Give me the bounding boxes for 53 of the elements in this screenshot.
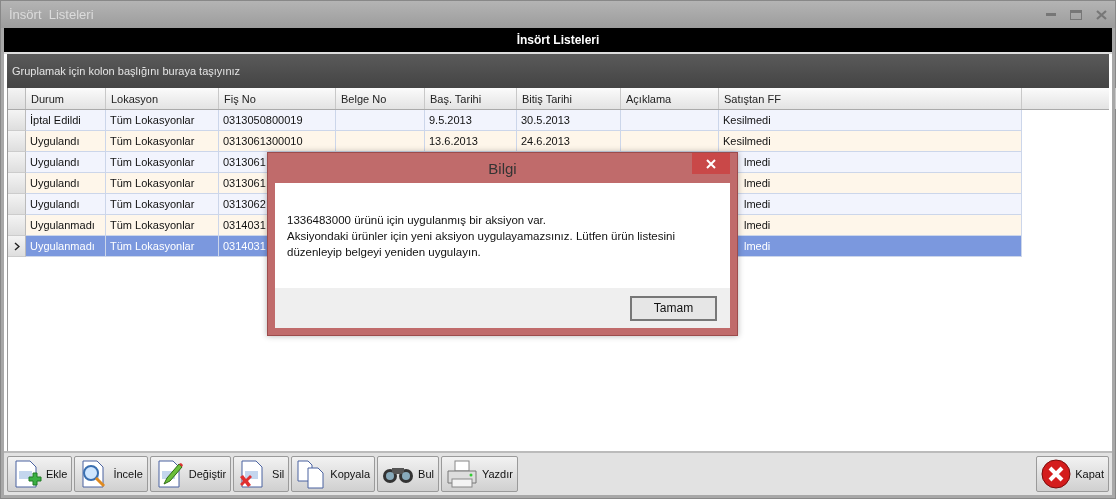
table-cell: 30.5.2013 <box>517 110 621 131</box>
table-cell: Tüm Lokasyonlar <box>106 152 219 173</box>
toolbar-button[interactable]: İncele <box>74 456 148 492</box>
row-indicator[interactable] <box>8 236 26 257</box>
table-cell: 0313050800019 <box>219 110 336 131</box>
header-title: İnsört Listeleri <box>516 33 600 47</box>
ok-button[interactable]: Tamam <box>630 295 717 321</box>
column-header[interactable]: Belge No <box>336 88 425 109</box>
table-cell: Tüm Lokasyonlar <box>106 236 219 257</box>
close-icon[interactable] <box>1096 9 1107 20</box>
column-header[interactable]: Baş. Tarihi <box>425 88 517 109</box>
close-button[interactable]: Kapat <box>1036 456 1109 492</box>
table-cell: Kesilmedi <box>719 110 1022 131</box>
column-header[interactable]: Satıştan FF <box>719 88 1022 109</box>
table-cell: Uygulandı <box>26 131 106 152</box>
table-cell: Tüm Lokasyonlar <box>106 131 219 152</box>
toolbar-button[interactable]: Ekle <box>7 456 73 492</box>
row-indicator <box>8 88 26 109</box>
table-cell: Tüm Lokasyonlar <box>106 215 219 236</box>
printer-icon <box>445 459 478 489</box>
column-header[interactable]: Durum <box>26 88 106 109</box>
column-header[interactable]: Fiş No <box>219 88 336 109</box>
dialog-close-button[interactable] <box>692 153 730 174</box>
table-cell: Uygulanmadı <box>26 236 106 257</box>
toolbar-button[interactable]: Yazdır <box>440 456 518 492</box>
close-icon <box>706 158 716 169</box>
two-documents-icon <box>296 459 327 489</box>
table-cell: Uygulandı <box>26 173 106 194</box>
toolbar-button[interactable]: Değiştir <box>149 456 232 492</box>
toolbar-button[interactable]: Sil <box>233 456 290 492</box>
column-header[interactable]: Açıklama <box>621 88 719 109</box>
toolbar-button[interactable]: Kopyala <box>291 456 376 492</box>
maximize-icon[interactable] <box>1070 9 1082 20</box>
minimize-icon[interactable] <box>1046 12 1056 17</box>
table-cell: İptal Edildi <box>26 110 106 131</box>
table-cell: Tüm Lokasyonlar <box>106 194 219 215</box>
dialog-title: Bilgi <box>488 159 517 177</box>
document-plus-icon <box>12 459 42 489</box>
table-cell: 9.5.2013 <box>425 110 517 131</box>
toolbar-button[interactable]: Bul <box>377 456 439 492</box>
table-cell: Tüm Lokasyonlar <box>106 110 219 131</box>
cross-circle-icon <box>1041 459 1072 489</box>
table-cell: Uygulanmadı <box>26 215 106 236</box>
table-cell: Uygulandı <box>26 194 106 215</box>
table-cell: Uygulandı <box>26 152 106 173</box>
column-header[interactable]: Bitiş Tarihi <box>517 88 621 109</box>
table-cell: Kesilmedi <box>719 131 1022 152</box>
table-cell: 0313061300010 <box>219 131 336 152</box>
table-cell: Tüm Lokasyonlar <box>106 173 219 194</box>
group-panel-hint: Gruplamak için kolon başlığını buraya taşıyınız <box>12 65 241 77</box>
table-cell: 24.6.2013 <box>517 131 621 152</box>
column-header[interactable]: Lokasyon <box>106 88 219 109</box>
table-cell: 13.6.2013 <box>425 131 517 152</box>
